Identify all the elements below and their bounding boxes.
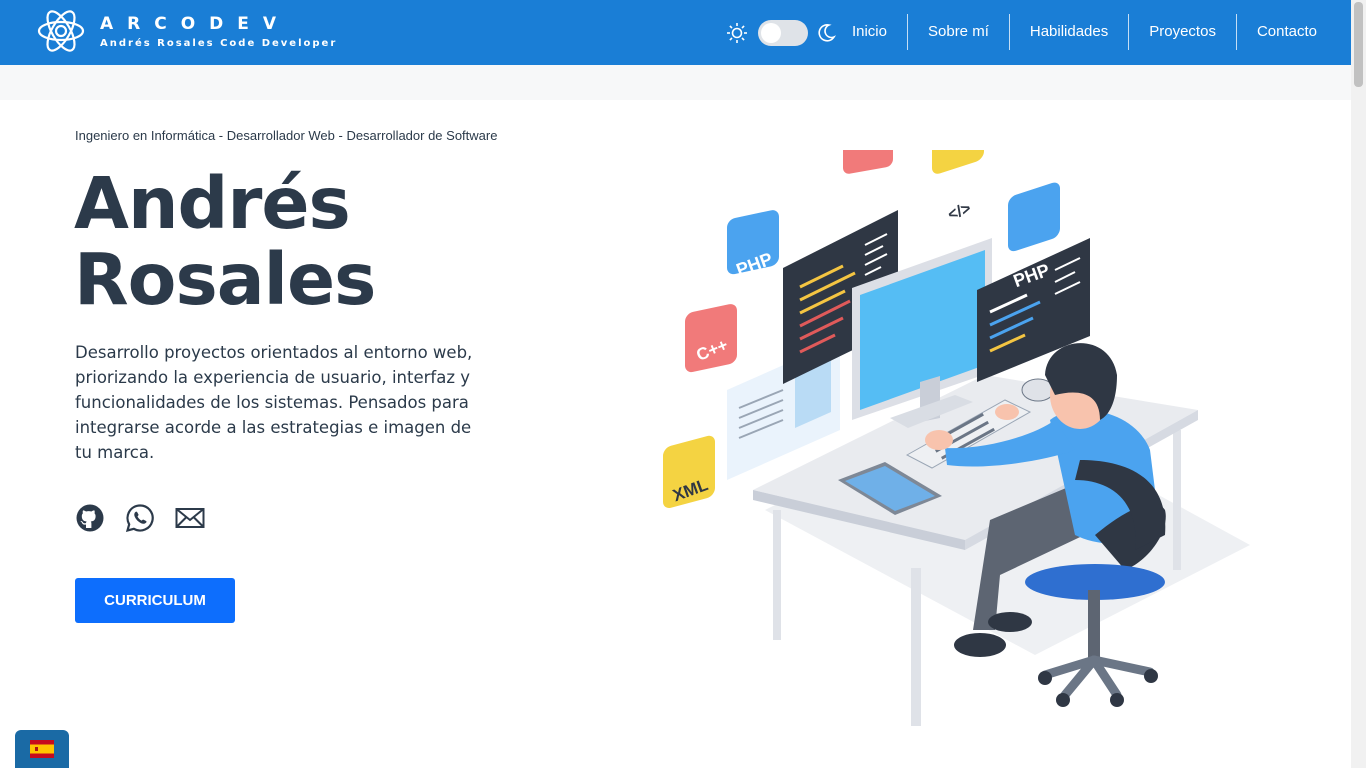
header-spacer-band [0,65,1351,100]
spain-flag-icon [30,740,54,758]
hero-description: Desarrollo proyectos orientados al entor… [75,343,473,462]
atom-logo-icon [37,10,85,52]
page-scrollbar[interactable] [1351,0,1366,768]
sun-icon [727,23,747,43]
main-nav: Inicio Sobre mí Habilidades Proyectos Co… [832,14,1337,50]
js-badge: JS [843,150,893,208]
nav-proyectos[interactable]: Proyectos [1128,14,1236,50]
brand-name: ARCODEV [100,13,291,34]
nav-habilidades[interactable]: Habilidades [1008,14,1128,50]
brand-subtitle: Andrés Rosales Code Developer [100,37,338,49]
developer-illustration: JS </> PHP PHP C++ XML [663,150,1250,726]
html-badge-label: </> [946,200,974,224]
js-badge-label: JS [862,181,890,207]
php-badge-left: PHP [727,210,779,280]
hero-name-first: Andrés [74,162,351,245]
whatsapp-icon[interactable] [125,503,155,533]
nav-sobre-mi[interactable]: Sobre mí [907,14,1009,50]
nav-inicio[interactable]: Inicio [832,14,907,50]
theme-toggle[interactable] [726,20,836,46]
hero-name-last: Rosales [74,238,376,321]
github-icon[interactable] [75,503,105,533]
xml-badge: XML [663,435,715,508]
scrollbar-thumb[interactable] [1354,2,1363,87]
dark-mode-switch[interactable] [758,20,808,46]
cpp-badge: C++ [685,304,737,373]
hero-name: Andrés Rosales [74,166,376,321]
curriculum-button[interactable]: CURRICULUM [75,578,235,623]
nav-contacto[interactable]: Contacto [1235,14,1337,50]
social-links [75,503,225,533]
switch-knob [761,23,781,43]
hero-tagline: Ingeniero en Informática - Desarrollador… [75,128,498,143]
top-navbar: ARCODEV Andrés Rosales Code Developer In… [0,0,1351,65]
html-badge: </> [932,150,984,224]
brand[interactable]: ARCODEV Andrés Rosales Code Developer [36,6,337,56]
mail-icon[interactable] [175,503,205,533]
language-selector[interactable] [15,730,69,768]
